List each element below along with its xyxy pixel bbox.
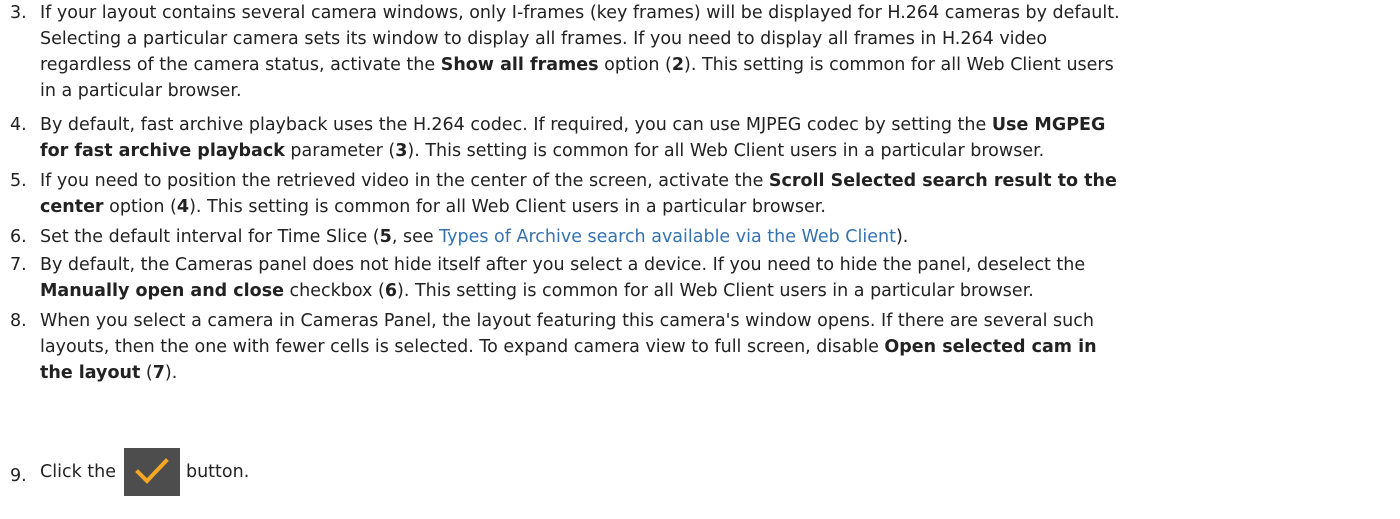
step-text-before: Click the — [40, 462, 116, 482]
text-segment: layouts, then the one with fewer cells i… — [40, 337, 885, 357]
step-text: If your layout contains several camera w… — [40, 0, 1400, 104]
text-segment: parameter ( — [284, 141, 396, 161]
apply-button[interactable] — [123, 448, 180, 496]
text-segment: ). — [895, 227, 909, 247]
bold-term: for fast archive playback — [40, 141, 285, 161]
step-number: 5. — [10, 171, 27, 191]
bold-term: center — [40, 197, 104, 217]
bold-term: 6 — [384, 281, 397, 301]
text-line: Set the default interval for Time Slice … — [40, 224, 1400, 250]
text-segment: ( — [140, 363, 153, 383]
bold-term: 5 — [379, 227, 392, 247]
text-line: If your layout contains several camera w… — [40, 0, 1400, 26]
text-line: layouts, then the one with fewer cells i… — [40, 334, 1400, 360]
text-segment: When you select a camera in Cameras Pane… — [40, 311, 1094, 331]
text-segment: By default, fast archive playback uses t… — [40, 115, 992, 135]
text-segment: Selecting a particular camera sets its w… — [40, 29, 1048, 49]
step-number: 8. — [10, 311, 27, 331]
bold-term: Open selected cam in — [884, 337, 1097, 357]
text-segment: option ( — [103, 197, 177, 217]
text-segment: option ( — [598, 55, 672, 75]
step-text: By default, fast archive playback uses t… — [40, 112, 1400, 164]
text-segment: in a particular browser. — [40, 81, 242, 101]
bold-term: 3 — [395, 141, 408, 161]
text-line: the layout (7). — [40, 360, 1400, 386]
text-segment: ). This setting is common for all Web Cl… — [397, 281, 1034, 301]
text-line: By default, fast archive playback uses t… — [40, 112, 1400, 138]
step-number: 4. — [10, 115, 27, 135]
text-line: in a particular browser. — [40, 78, 1400, 104]
text-segment: checkbox ( — [283, 281, 385, 301]
step-text: Set the default interval for Time Slice … — [40, 224, 1400, 250]
text-line: Manually open and close checkbox (6). Th… — [40, 278, 1400, 304]
text-segment: ). This setting is common for all Web Cl… — [407, 141, 1045, 161]
step-number: 7. — [10, 255, 27, 275]
text-line: When you select a camera in Cameras Pane… — [40, 308, 1400, 334]
bold-term: 7 — [152, 363, 165, 383]
text-segment: If you need to position the retrieved vi… — [40, 171, 769, 191]
step-text: If you need to position the retrieved vi… — [40, 168, 1400, 220]
text-line: for fast archive playback parameter (3).… — [40, 138, 1400, 164]
text-segment: ). This setting is common for all Web Cl… — [684, 55, 1114, 75]
text-line: Selecting a particular camera sets its w… — [40, 26, 1400, 52]
bold-term: Use MGPEG — [991, 115, 1106, 135]
step-number: 3. — [10, 3, 27, 23]
step-text: When you select a camera in Cameras Pane… — [40, 308, 1400, 386]
bold-term: 2 — [671, 55, 685, 75]
bold-term: Scroll Selected search result to the — [768, 171, 1117, 191]
bold-term: 4 — [176, 197, 190, 217]
text-segment: ). This setting is common for all Web Cl… — [189, 197, 826, 217]
text-line: If you need to position the retrieved vi… — [40, 168, 1400, 194]
text-line: center option (4). This setting is commo… — [40, 194, 1400, 220]
bold-term: Show all frames — [440, 55, 599, 75]
text-segment: If your layout contains several camera w… — [40, 3, 1120, 23]
text-segment: regardless of the camera status, activat… — [40, 55, 441, 75]
text-segment: Set the default interval for Time Slice … — [40, 227, 380, 247]
step-number: 9. — [10, 466, 27, 486]
text-line: By default, the Cameras panel does not h… — [40, 252, 1400, 278]
text-line: regardless of the camera status, activat… — [40, 52, 1400, 78]
text-segment: By default, the Cameras panel does not h… — [40, 255, 1086, 275]
archive-search-types-link[interactable]: Types of Archive search available via th… — [439, 227, 896, 247]
checkmark-icon — [135, 458, 169, 484]
bold-term: Manually open and close — [40, 281, 284, 301]
text-segment: ). — [164, 363, 178, 383]
step-text: Click the button. — [40, 448, 1400, 496]
text-segment: , see — [391, 227, 440, 247]
step-text-after: button. — [185, 462, 250, 482]
step-text: By default, the Cameras panel does not h… — [40, 252, 1400, 304]
bold-term: the layout — [40, 363, 141, 383]
document-page: 3. If your layout contains several camera… — [0, 0, 1400, 519]
step-number: 6. — [10, 227, 27, 247]
